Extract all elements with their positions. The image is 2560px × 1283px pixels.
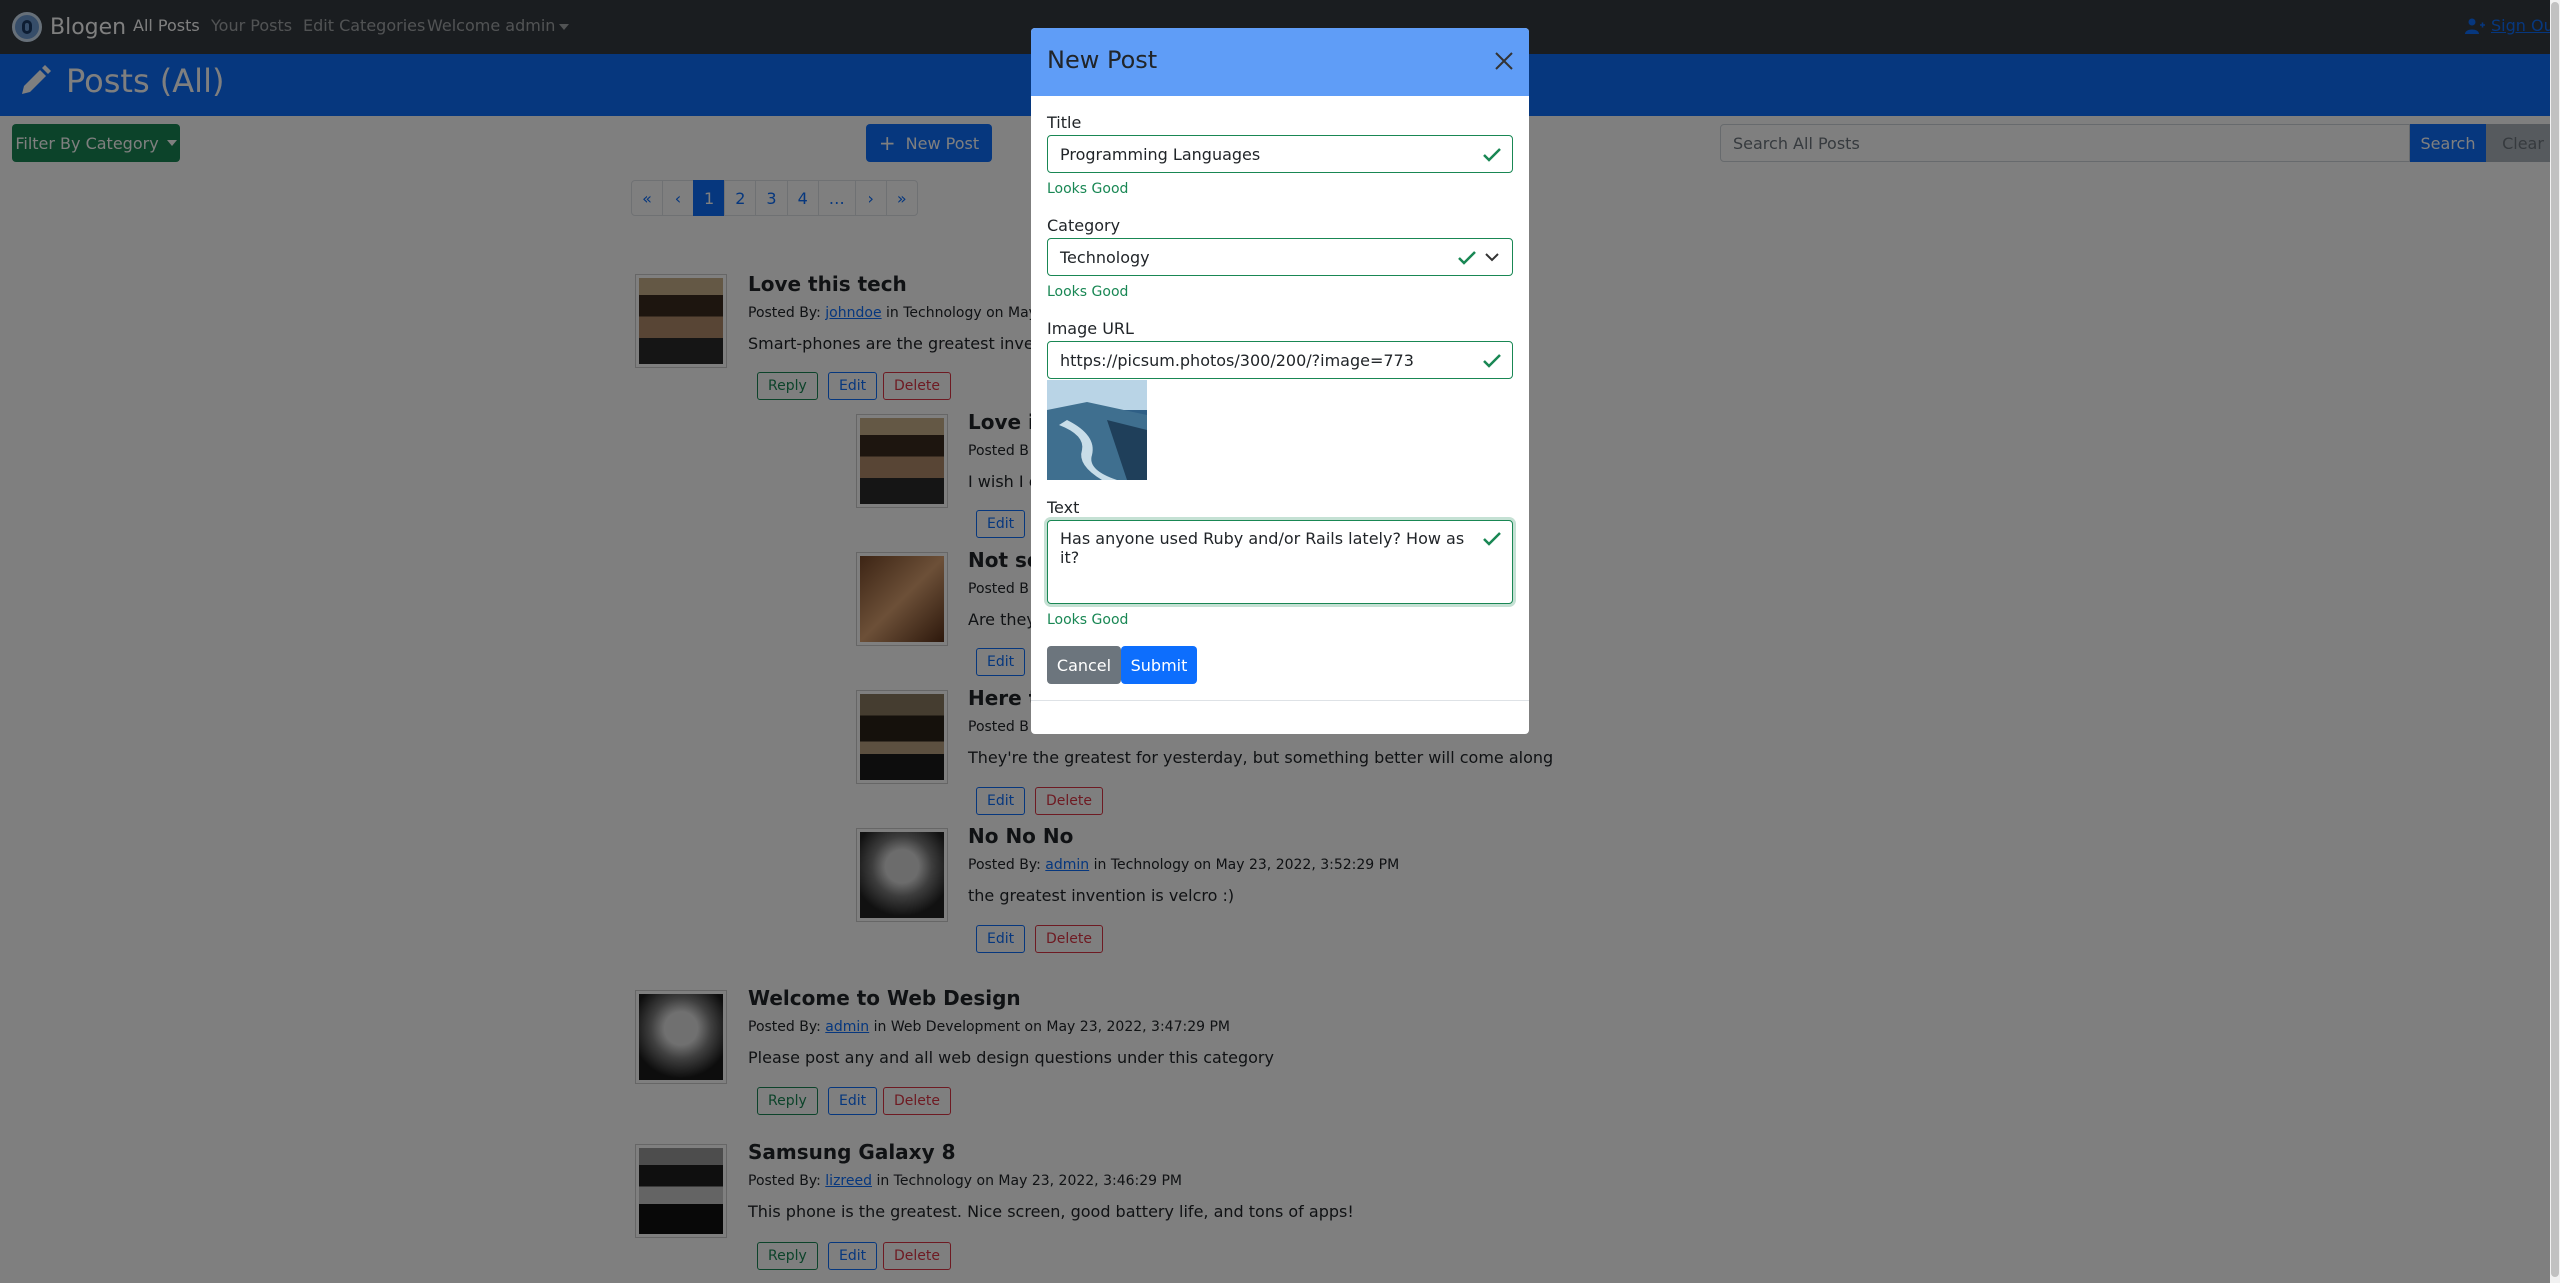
modal-header: New Post [1031, 28, 1529, 96]
text-area[interactable]: Has anyone used Ruby and/or Rails lately… [1047, 520, 1513, 604]
scrollbar-thumb[interactable] [2551, 2, 2559, 1277]
image-url-label: Image URL [1047, 319, 1134, 338]
close-icon[interactable] [1491, 48, 1517, 74]
category-select[interactable]: Technology [1047, 238, 1513, 276]
new-post-modal: New Post Title Programming Languages Loo… [1031, 28, 1529, 734]
title-value: Programming Languages [1060, 144, 1261, 164]
check-icon [1483, 148, 1501, 162]
category-value: Technology [1060, 247, 1150, 267]
scrollbar[interactable] [2550, 0, 2560, 1283]
submit-label: Submit [1130, 655, 1188, 675]
check-icon [1458, 251, 1476, 265]
text-valid-feedback: Looks Good [1047, 612, 1129, 628]
chevron-down-icon [1485, 253, 1499, 262]
cancel-label: Cancel [1056, 655, 1112, 675]
title-label: Title [1047, 113, 1082, 132]
modal-title: New Post [1047, 46, 1158, 74]
image-url-value: https://picsum.photos/300/200/?image=773 [1060, 350, 1414, 370]
category-label: Category [1047, 216, 1121, 235]
check-icon [1483, 532, 1501, 546]
submit-button[interactable]: Submit [1121, 646, 1197, 684]
check-icon [1483, 354, 1501, 368]
cancel-button[interactable]: Cancel [1047, 646, 1121, 684]
category-valid-feedback: Looks Good [1047, 284, 1129, 300]
divider [1031, 700, 1529, 701]
image-url-field[interactable]: https://picsum.photos/300/200/?image=773 [1047, 341, 1513, 379]
text-label: Text [1047, 498, 1080, 517]
title-valid-feedback: Looks Good [1047, 181, 1129, 197]
title-field[interactable]: Programming Languages [1047, 135, 1513, 173]
image-preview [1047, 380, 1147, 480]
text-value: Has anyone used Ruby and/or Rails lately… [1060, 529, 1465, 567]
